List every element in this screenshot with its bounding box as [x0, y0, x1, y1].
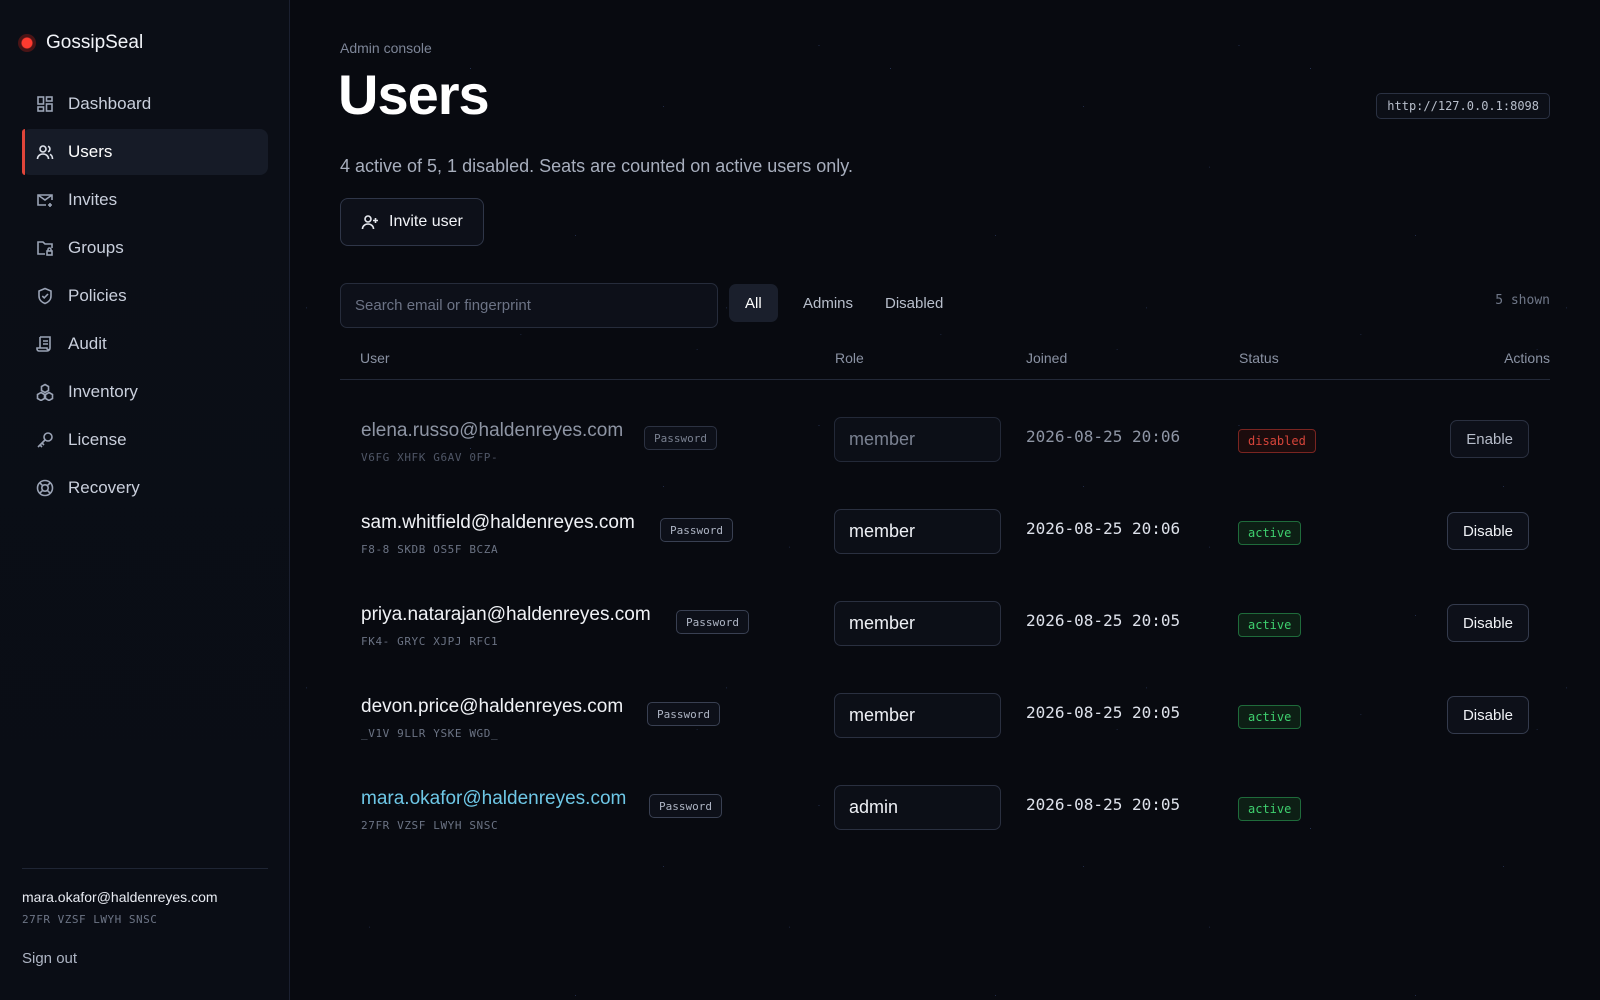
folder-lock-icon: [36, 239, 54, 257]
sidebar-item-label: Groups: [68, 238, 124, 257]
user-email: mara.okafor@haldenreyes.com: [361, 788, 627, 809]
user-email: priya.natarajan@haldenreyes.com: [361, 604, 651, 625]
role-select[interactable]: member: [834, 693, 1001, 738]
user-email: sam.whitfield@haldenreyes.com: [361, 512, 635, 533]
table-row: devon.price@haldenreyes.com Password _V1…: [340, 686, 1550, 778]
role-select[interactable]: member: [834, 601, 1001, 646]
mail-plus-icon: [36, 191, 54, 209]
invite-user-button[interactable]: Invite user: [340, 198, 484, 246]
filter-bar: All Admins Disabled 5 shown: [340, 283, 1550, 329]
users-icon: [36, 143, 54, 161]
brand[interactable]: GossipSeal: [18, 30, 143, 56]
user-email: devon.price@haldenreyes.com: [361, 696, 624, 717]
sidebar-item-label: License: [68, 430, 127, 449]
sidebar-item-label: Audit: [68, 334, 107, 353]
role-select[interactable]: admin: [834, 785, 1001, 830]
role-select[interactable]: member: [834, 509, 1001, 554]
table-row: sam.whitfield@haldenreyes.com Password F…: [340, 502, 1550, 594]
sidebar-item-dashboard[interactable]: Dashboard: [22, 81, 268, 127]
table-row: priya.natarajan@haldenreyes.com Password…: [340, 594, 1550, 686]
brand-name: GossipSeal: [46, 32, 144, 53]
auth-method-badge: Password: [644, 426, 717, 450]
sidebar-item-label: Users: [68, 142, 113, 161]
invite-user-label: Invite user: [389, 213, 463, 230]
auth-method-badge: Password: [649, 794, 722, 818]
status-badge: active: [1238, 613, 1302, 637]
enable-button[interactable]: Enable: [1450, 420, 1529, 458]
sidebar-item-recovery[interactable]: Recovery: [22, 465, 268, 511]
shown-count: 5 shown: [1495, 293, 1550, 308]
table-row: mara.okafor@haldenreyes.com Password 27F…: [340, 778, 1550, 870]
scroll-icon: [36, 335, 54, 353]
status-badge: active: [1238, 705, 1302, 729]
table-header: User Role Joined Status Actions: [340, 345, 1550, 380]
current-user-email: mara.okafor@haldenreyes.com: [22, 889, 218, 905]
user-plus-icon: [361, 215, 378, 230]
column-header-role: Role: [835, 350, 864, 366]
sidebar-item-label: Policies: [68, 286, 127, 305]
status-badge: disabled: [1238, 429, 1316, 453]
shield-icon: [36, 287, 54, 305]
sidebar-item-label: Recovery: [68, 478, 140, 497]
sidebar-item-groups[interactable]: Groups: [22, 225, 268, 271]
key-icon: [36, 431, 54, 449]
boxes-icon: [36, 383, 54, 401]
seat-summary: 4 active of 5, 1 disabled. Seats are cou…: [340, 156, 853, 176]
search-input[interactable]: [340, 283, 718, 328]
user-fingerprint: _V1V 9LLR YSKE WGD_: [361, 727, 499, 740]
sidebar-item-invites[interactable]: Invites: [22, 177, 268, 223]
breadcrumb: Admin console: [340, 40, 432, 56]
sidebar-item-license[interactable]: License: [22, 417, 268, 463]
sidebar-nav: Dashboard Users Invites Groups Policies: [22, 81, 268, 513]
sidebar-item-inventory[interactable]: Inventory: [22, 369, 268, 415]
auth-method-badge: Password: [676, 610, 749, 634]
filter-chip-all[interactable]: All: [729, 284, 778, 322]
column-header-user: User: [360, 350, 390, 366]
auth-method-badge: Password: [660, 518, 733, 542]
column-header-joined: Joined: [1026, 350, 1068, 366]
status-badge: active: [1238, 521, 1302, 545]
column-header-status: Status: [1239, 350, 1279, 366]
joined-date: 2026-08-25 20:05: [1026, 611, 1181, 630]
sidebar: GossipSeal Dashboard Users Invites Group…: [0, 0, 290, 1000]
sidebar-item-label: Inventory: [68, 382, 138, 401]
sidebar-footer: mara.okafor@haldenreyes.com 27FR VZSF LW…: [22, 868, 268, 968]
brand-logo-icon: [18, 34, 36, 52]
sidebar-item-users[interactable]: Users: [22, 129, 268, 175]
filter-chip-disabled[interactable]: Disabled: [869, 284, 959, 322]
disable-button[interactable]: Disable: [1446, 604, 1529, 642]
status-badge: active: [1238, 797, 1302, 821]
column-header-actions: Actions: [1504, 350, 1550, 366]
main-content: Admin console Users http://127.0.0.1:809…: [338, 0, 1550, 1000]
table-row: elena.russo@haldenreyes.com Password V6F…: [340, 410, 1550, 502]
lifebuoy-icon: [36, 479, 54, 497]
sidebar-item-label: Invites: [68, 190, 118, 209]
sidebar-item-policies[interactable]: Policies: [22, 273, 268, 319]
current-user-fingerprint: 27FR VZSF LWYH SNSC: [22, 913, 158, 926]
disable-button[interactable]: Disable: [1446, 696, 1529, 734]
dashboard-icon: [36, 95, 54, 113]
user-fingerprint: V6FG XHFK G6AV 0FP-: [361, 451, 499, 464]
disable-button[interactable]: Disable: [1446, 512, 1529, 550]
user-fingerprint: 27FR VZSF LWYH SNSC: [361, 819, 499, 832]
joined-date: 2026-08-25 20:06: [1026, 427, 1181, 446]
joined-date: 2026-08-25 20:05: [1026, 795, 1181, 814]
user-fingerprint: F8-8 SKDB OS5F BCZA: [361, 543, 499, 556]
server-url-badge: http://127.0.0.1:8098: [1376, 93, 1550, 119]
user-email: elena.russo@haldenreyes.com: [361, 420, 624, 441]
role-select[interactable]: member: [834, 417, 1001, 462]
sidebar-item-label: Dashboard: [68, 94, 152, 113]
sign-out-link[interactable]: Sign out: [22, 950, 77, 967]
filter-chip-admins[interactable]: Admins: [787, 284, 869, 322]
sidebar-item-audit[interactable]: Audit: [22, 321, 268, 367]
auth-method-badge: Password: [647, 702, 720, 726]
page-title: Users: [338, 63, 490, 126]
user-fingerprint: FK4- GRYC XJPJ RFC1: [361, 635, 499, 648]
joined-date: 2026-08-25 20:06: [1026, 519, 1181, 538]
joined-date: 2026-08-25 20:05: [1026, 703, 1181, 722]
